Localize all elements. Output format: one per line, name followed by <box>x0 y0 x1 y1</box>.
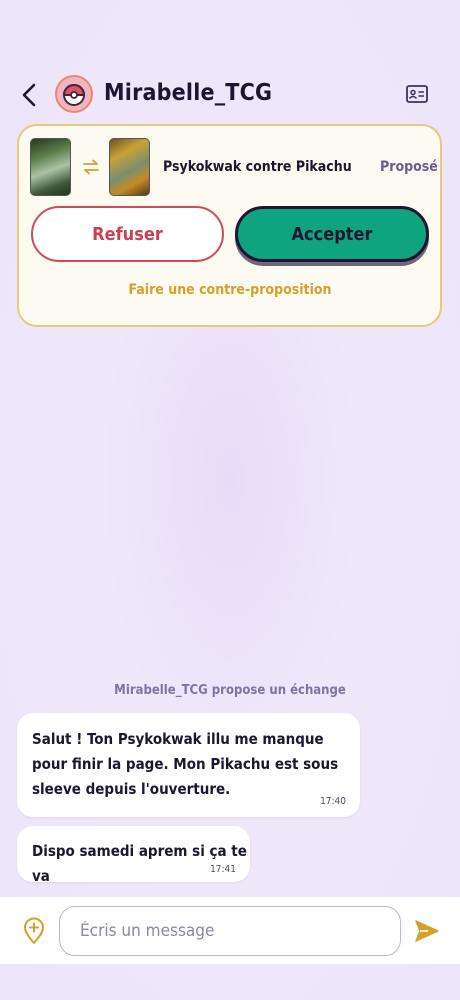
contact-card-icon <box>406 85 428 103</box>
conversation-title: Mirabelle_TCG <box>104 80 273 106</box>
message-time: 17:41 <box>210 864 236 875</box>
chevron-left-icon <box>22 83 36 107</box>
send-button[interactable] <box>414 918 440 944</box>
refuse-button[interactable]: Refuser <box>31 206 224 262</box>
message-input[interactable] <box>59 906 401 956</box>
trade-title: Psykokwak contre Pikachu <box>163 159 352 175</box>
swap-icon <box>82 158 100 176</box>
back-button[interactable] <box>16 80 44 110</box>
status-badge: Proposé <box>380 159 438 175</box>
avatar[interactable] <box>55 75 93 113</box>
pokeball-avatar-icon <box>62 84 86 106</box>
location-pin-add-icon <box>24 917 44 944</box>
offered-card-thumbnail[interactable] <box>30 138 71 196</box>
message-time: 17:40 <box>320 796 346 807</box>
counter-proposal-link[interactable]: Faire une contre-proposition <box>0 282 460 298</box>
accept-button[interactable]: Accepter <box>235 206 429 262</box>
message-text: Salut ! Ton Psykokwak illu me manque pou… <box>32 730 339 798</box>
message-bubble: Dispo samedi aprem si ça te va 17:41 <box>17 826 250 885</box>
send-icon <box>415 920 439 942</box>
requested-card-thumbnail[interactable] <box>109 138 150 196</box>
system-message: Mirabelle_TCG propose un échange <box>114 683 346 698</box>
message-bubble: Salut ! Ton Psykokwak illu me manque pou… <box>17 713 360 817</box>
profile-button[interactable] <box>406 85 428 103</box>
location-button[interactable] <box>22 917 46 945</box>
